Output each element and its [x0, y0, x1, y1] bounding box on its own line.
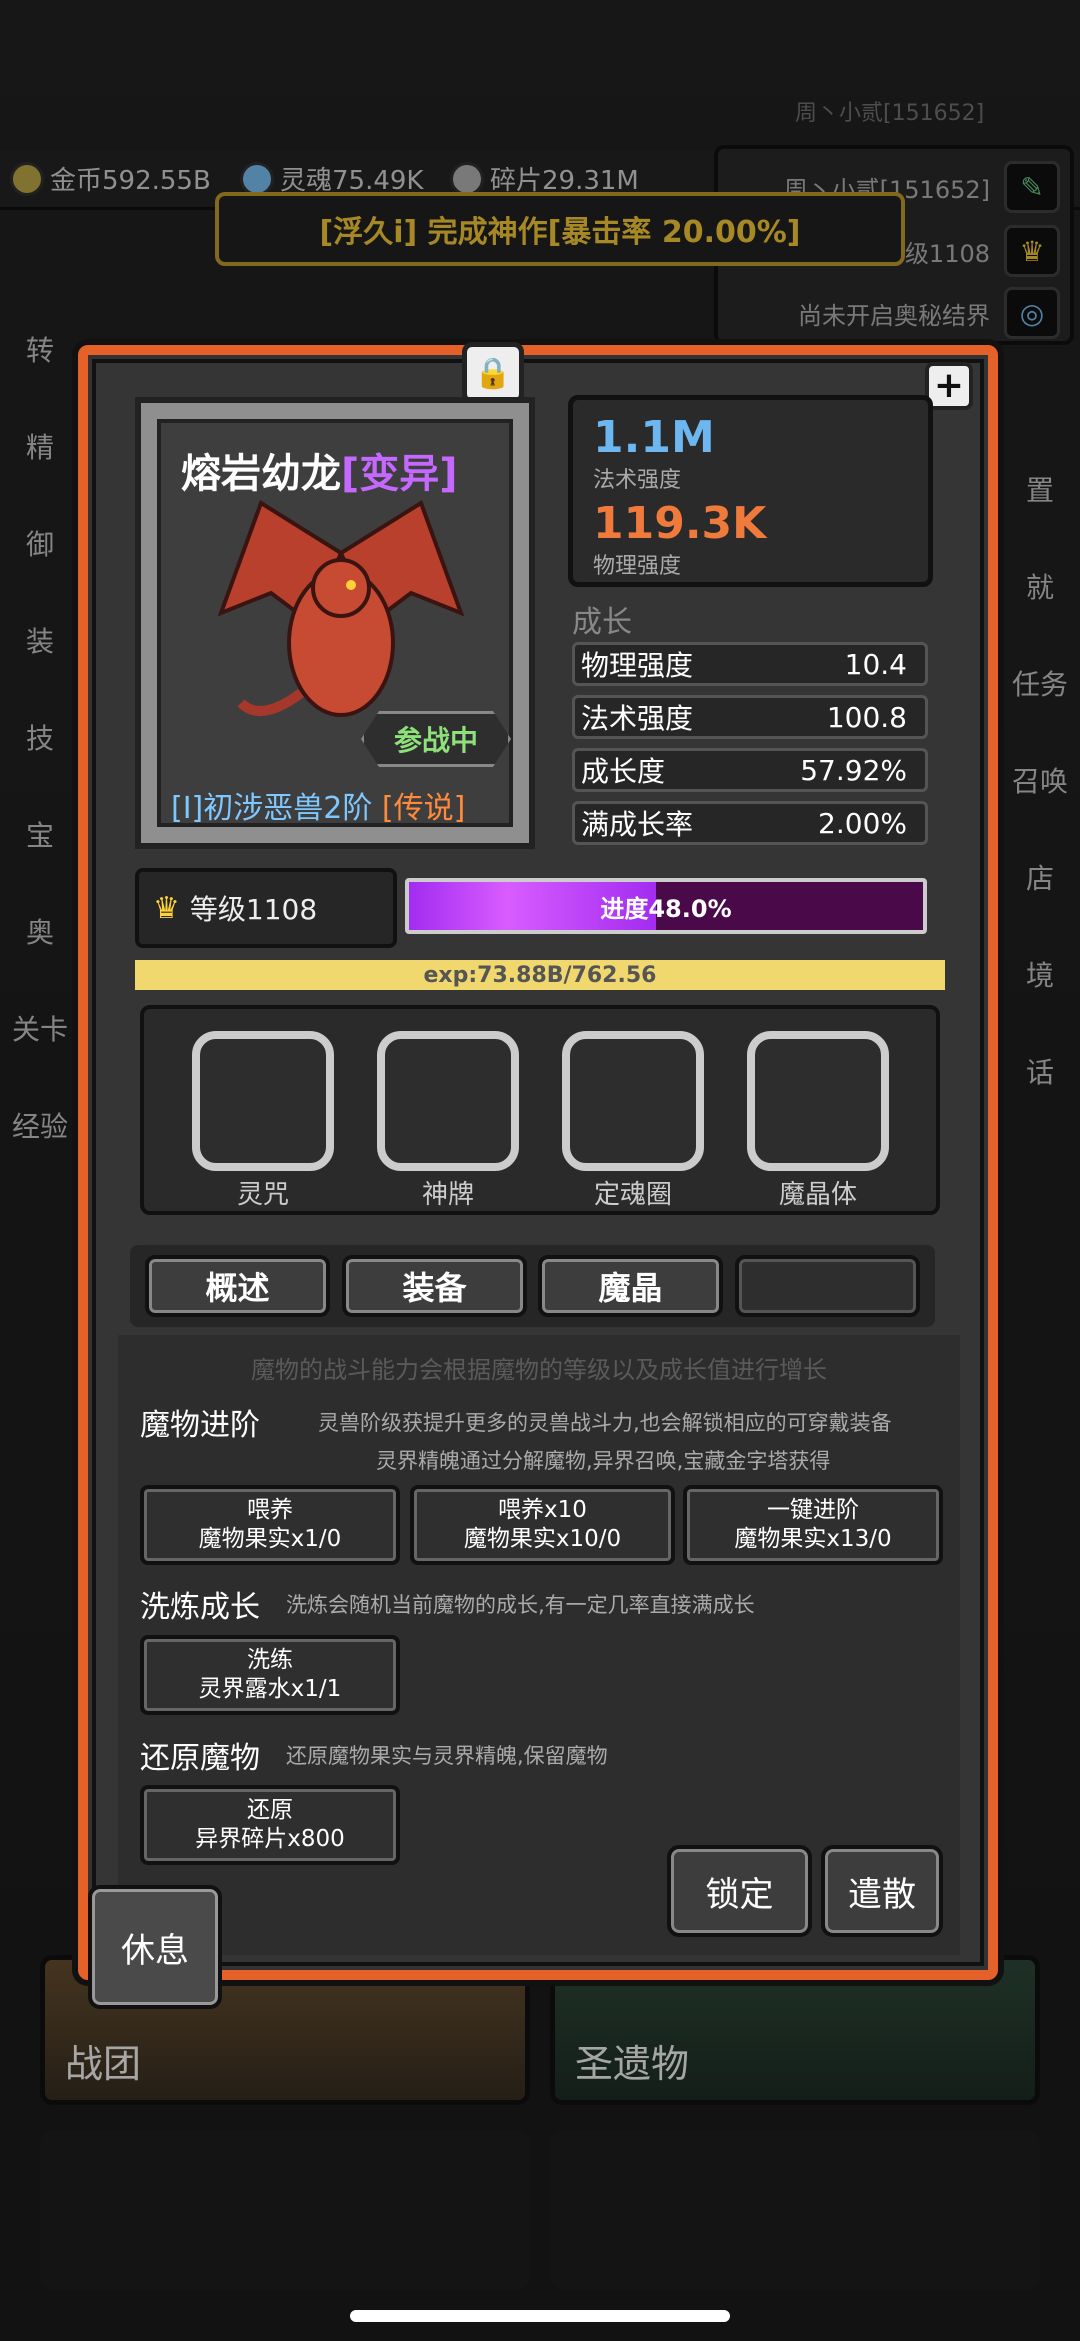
- stat-label: 物理强度: [581, 649, 694, 682]
- lock-button[interactable]: 锁定: [667, 1845, 812, 1937]
- refine-button[interactable]: 洗练 灵界露水x1/1: [140, 1635, 400, 1715]
- slot-card[interactable]: [377, 1031, 519, 1171]
- stat-value: 57.92%: [800, 753, 907, 787]
- tab-crystal[interactable]: 魔晶: [538, 1255, 723, 1317]
- magic-power-label: 法术强度: [593, 468, 682, 493]
- slot-label: 灵咒: [236, 1180, 289, 1210]
- stat-label: 法术强度: [581, 702, 694, 735]
- advance-desc-2: 灵界精魄通过分解魔物,异界召唤,宝藏金字塔获得: [376, 1449, 831, 1473]
- variant-tag: [变异]: [341, 451, 458, 497]
- rarity-text: [传说]: [381, 791, 466, 826]
- refine-desc: 洗炼会随机当前魔物的成长,有一定几率直接满成长: [286, 1593, 755, 1617]
- button-cost: 魔物果实x1/0: [198, 1526, 342, 1552]
- growth-row: 法术强度 100.8: [572, 695, 928, 739]
- button-cost: 异界碎片x800: [195, 1826, 345, 1852]
- physical-power-value: 119.3K: [593, 498, 767, 549]
- exp-bar: exp:73.88B/762.56: [135, 960, 945, 990]
- rest-button[interactable]: 休息: [88, 1885, 222, 2009]
- equipment-slots: 灵咒 神牌 定魂圈 魔晶体: [140, 1005, 940, 1215]
- crown-icon: ♛: [153, 890, 180, 926]
- stat-value: 2.00%: [818, 806, 907, 840]
- overview-content: 魔物的战斗能力会根据魔物的等级以及成长值进行增长 魔物进阶 灵兽阶级获提升更多的…: [118, 1335, 960, 1955]
- monster-card: 熔岩幼龙[变异] 参战中 [I]初涉恶兽2阶 [传说]: [135, 397, 535, 849]
- feed-button[interactable]: 喂养 魔物果实x1/0: [140, 1485, 400, 1565]
- stat-value: 10.4: [844, 647, 907, 681]
- growth-row: 满成长率 2.00%: [572, 801, 928, 845]
- button-line: 还原: [247, 1797, 293, 1824]
- growth-title: 成长: [572, 605, 632, 640]
- level-label: 等级1108: [189, 893, 318, 926]
- stat-value: 100.8: [826, 700, 907, 734]
- growth-hint: 魔物的战斗能力会根据魔物的等级以及成长值进行增长: [251, 1356, 827, 1384]
- restore-title: 还原魔物: [140, 1741, 260, 1776]
- slot-label: 定魂圈: [593, 1180, 672, 1210]
- tab-empty: [735, 1255, 920, 1317]
- refine-title: 洗炼成长: [140, 1590, 260, 1625]
- button-line: 喂养: [247, 1497, 293, 1524]
- button-cost: 魔物果实x10/0: [463, 1526, 622, 1552]
- progress-text: 进度48.0%: [600, 894, 732, 923]
- magic-power-value: 1.1M: [593, 412, 715, 463]
- button-cost: 灵界露水x1/1: [198, 1676, 342, 1702]
- feed-x10-button[interactable]: 喂养x10 魔物果实x10/0: [410, 1485, 675, 1565]
- dismiss-button[interactable]: 遣散: [821, 1845, 943, 1937]
- button-cost: 魔物果实x13/0: [734, 1526, 892, 1552]
- slot-crystal[interactable]: [747, 1031, 889, 1171]
- tab-bar: 概述 装备 魔晶: [130, 1245, 935, 1327]
- power-box: 1.1M 法术强度 119.3K 物理强度: [568, 395, 933, 587]
- level-box: ♛ 等级1108: [135, 868, 397, 948]
- tab-overview[interactable]: 概述: [145, 1255, 330, 1317]
- level-progress-bar: 进度48.0%: [405, 878, 927, 934]
- restore-desc: 还原魔物果实与灵界精魄,保留魔物: [286, 1744, 608, 1768]
- growth-row: 成长度 57.92%: [572, 748, 928, 792]
- advance-desc: 灵兽阶级获提升更多的灵兽战斗力,也会解锁相应的可穿戴装备: [318, 1411, 892, 1435]
- growth-row: 物理强度 10.4: [572, 642, 928, 686]
- slot-label: 神牌: [421, 1180, 474, 1210]
- lock-icon[interactable]: 🔒: [462, 342, 524, 404]
- deployed-badge: 参战中: [361, 711, 511, 767]
- restore-button[interactable]: 还原 异界碎片x800: [140, 1785, 400, 1865]
- physical-power-label: 物理强度: [593, 554, 682, 579]
- auto-advance-button[interactable]: 一键进阶 魔物果实x13/0: [683, 1485, 943, 1565]
- button-line: 喂养x10: [498, 1497, 587, 1524]
- stat-label: 满成长率: [581, 808, 694, 841]
- monster-rank: [I]初涉恶兽2阶 [传说]: [171, 783, 465, 827]
- stat-label: 成长度: [581, 755, 666, 788]
- home-indicator[interactable]: [350, 2310, 730, 2322]
- button-line: 洗练: [247, 1647, 293, 1674]
- slot-spell[interactable]: [192, 1031, 334, 1171]
- advance-title: 魔物进阶: [140, 1408, 260, 1443]
- rank-text: [I]初涉恶兽2阶: [171, 791, 373, 826]
- dragon-illustration: [217, 499, 465, 717]
- slot-soul-ring[interactable]: [562, 1031, 704, 1171]
- monster-name-text: 熔岩幼龙: [181, 451, 341, 497]
- slot-label: 魔晶体: [778, 1180, 857, 1210]
- tab-equipment[interactable]: 装备: [342, 1255, 527, 1317]
- button-line: 一键进阶: [767, 1497, 859, 1524]
- monster-name: 熔岩幼龙[变异]: [181, 441, 458, 499]
